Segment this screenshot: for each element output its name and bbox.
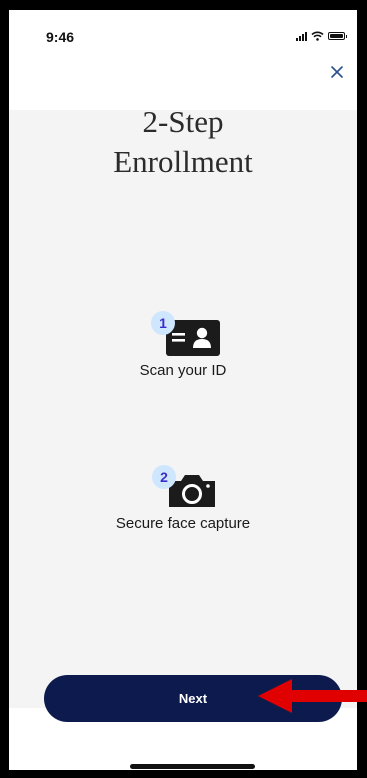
page-title: 2-Step Enrollment (9, 102, 357, 182)
step-2-label: Secure face capture (115, 515, 251, 532)
red-arrow-icon (258, 679, 367, 713)
device-frame: 9:46 2-Step Enrollment 1 Scan your ID 2 … (0, 0, 367, 778)
step-2-badge: 2 (152, 465, 176, 489)
title-line-1: 2-Step (142, 104, 224, 139)
step-scan-id: 1 Scan your ID (9, 310, 357, 379)
wifi-icon (311, 31, 324, 41)
close-icon (331, 66, 343, 78)
step-1-badge: 1 (151, 311, 175, 335)
content-background (9, 110, 357, 708)
title-line-2: Enrollment (113, 144, 253, 179)
step-face-capture: 2 Secure face capture (9, 463, 357, 532)
battery-icon (328, 32, 347, 40)
signal-icon (296, 31, 307, 41)
app-screen: 9:46 2-Step Enrollment 1 Scan your ID 2 … (9, 10, 357, 770)
status-time: 9:46 (46, 29, 75, 45)
step-1-label: Scan your ID (139, 362, 227, 379)
home-indicator (130, 764, 255, 769)
close-button[interactable] (324, 59, 350, 85)
status-icons (296, 29, 347, 43)
